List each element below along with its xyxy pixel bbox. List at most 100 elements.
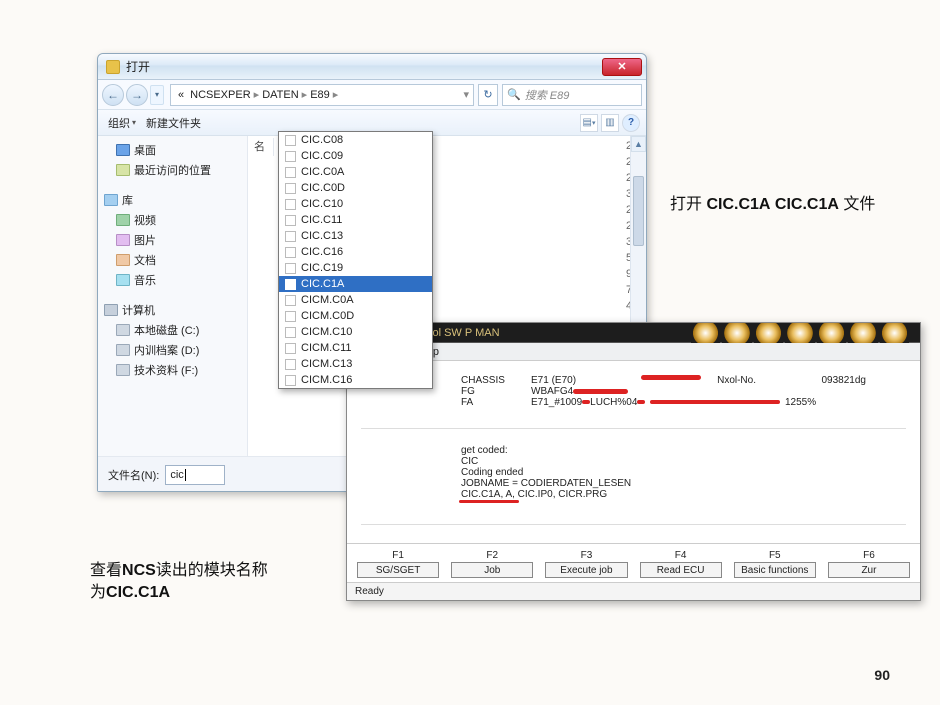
info2-line3: Coding ended <box>461 467 866 478</box>
fkey-f2: F2Job <box>451 550 533 578</box>
dropdown-item[interactable]: CIC.C19 <box>279 260 432 276</box>
help-button[interactable]: ? <box>622 114 640 132</box>
filename-input[interactable]: cic <box>165 465 225 485</box>
path-seg-0[interactable]: NCSEXPER <box>187 89 254 101</box>
sidebar-recent[interactable]: 最近访问的位置 <box>100 160 245 180</box>
ncs-info-block-1: Nxol-No. 093821dg CHASSIS E71 (E70) FG W… <box>361 371 906 428</box>
path-seg-2[interactable]: E89 <box>307 89 333 101</box>
file-icon <box>285 359 296 370</box>
redacted-bar <box>573 389 628 394</box>
redacted-bar <box>582 400 590 404</box>
scroll-up-icon[interactable]: ▲ <box>631 136 646 152</box>
dropdown-item[interactable]: CICM.C13 <box>279 356 432 372</box>
dropdown-item[interactable]: CICM.C0D <box>279 308 432 324</box>
sidebar-library[interactable]: 库 <box>100 190 245 210</box>
sidebar-drive-f[interactable]: 技术资料 (F:) <box>100 360 245 380</box>
dropdown-item[interactable]: CIC.C0D <box>279 180 432 196</box>
page-number: 90 <box>874 667 890 683</box>
toolbar-organize[interactable]: 组织▾ <box>104 115 142 131</box>
filename-dropdown[interactable]: CIC.C08 CIC.C09 CIC.C0A CIC.C0D CIC.C10 … <box>278 131 433 389</box>
path-seg-1[interactable]: DATEN <box>259 89 301 101</box>
status-text: Ready <box>355 586 384 597</box>
fkey-f5-button[interactable]: Basic functions <box>734 562 816 578</box>
info2-line2: CIC <box>461 456 866 467</box>
drive-icon <box>116 364 130 376</box>
ncs-fkey-row: F1SG/SGET F2Job F3Execute job F4Read ECU… <box>347 543 920 582</box>
dropdown-item[interactable]: CICM.C0A <box>279 292 432 308</box>
document-icon <box>116 254 130 266</box>
dropdown-item[interactable]: CIC.C11 <box>279 212 432 228</box>
sidebar-music[interactable]: 音乐 <box>100 270 245 290</box>
sidebar-drive-c[interactable]: 本地磁盘 (C:) <box>100 320 245 340</box>
file-icon <box>285 231 296 242</box>
fkey-f3-button[interactable]: Execute job <box>545 562 627 578</box>
fkey-f4-button[interactable]: Read ECU <box>640 562 722 578</box>
fkey-f3: F3Execute job <box>545 550 627 578</box>
fg-label: FG <box>461 386 531 397</box>
file-icon <box>285 199 296 210</box>
sidebar-desktop[interactable]: 桌面 <box>100 140 245 160</box>
file-icon <box>285 327 296 338</box>
fkey-f1-button[interactable]: SG/SGET <box>357 562 439 578</box>
toolbar-newfolder[interactable]: 新建文件夹 <box>142 115 207 131</box>
nav-back-button[interactable]: ← <box>102 84 124 106</box>
filename-value: cic <box>170 469 183 481</box>
info2-line4: JOBNAME = CODIERDATEN_LESEN <box>461 478 866 489</box>
scroll-thumb[interactable] <box>633 176 644 246</box>
close-icon: ✕ <box>617 60 626 73</box>
annotation-top: 打开 CIC.C1A CIC.C1A 文件 <box>670 190 875 214</box>
chassis-label: CHASSIS <box>461 375 531 386</box>
address-dropdown-icon[interactable]: ▾ <box>463 88 469 101</box>
file-icon <box>285 167 296 178</box>
picture-icon <box>116 234 130 246</box>
sidebar-video[interactable]: 视频 <box>100 210 245 230</box>
dropdown-item[interactable]: CIC.C08 <box>279 132 432 148</box>
sidebar-doc[interactable]: 文档 <box>100 250 245 270</box>
address-bar[interactable]: « NCSEXPER▸ DATEN▸ E89▸ ▾ <box>170 84 474 106</box>
fg-value: WBAFG4 <box>531 386 573 397</box>
preview-pane-button[interactable]: ▥ <box>601 114 619 132</box>
redacted-bar <box>641 375 701 380</box>
close-button[interactable]: ✕ <box>602 58 642 76</box>
fkey-f6-button[interactable]: Zur <box>828 562 910 578</box>
dropdown-item[interactable]: CICM.C11 <box>279 340 432 356</box>
file-icon <box>285 151 296 162</box>
sidebar-pic[interactable]: 图片 <box>100 230 245 250</box>
filename-label: 文件名(N): <box>108 467 159 483</box>
file-icon <box>285 215 296 226</box>
dropdown-item-selected[interactable]: CIC.C1A <box>279 276 432 292</box>
nav-bar: ← → ▾ « NCSEXPER▸ DATEN▸ E89▸ ▾ ↻ 🔍 搜索 E… <box>98 80 646 110</box>
dropdown-item[interactable]: CIC.C09 <box>279 148 432 164</box>
sidebar-drive-d[interactable]: 内训档案 (D:) <box>100 340 245 360</box>
file-icon <box>285 247 296 258</box>
file-icon <box>285 343 296 354</box>
redacted-bar <box>650 400 780 404</box>
fkey-f2-button[interactable]: Job <box>451 562 533 578</box>
info2-line5: CIC.C1A, A, CIC.IP0, CICR.PRG <box>461 489 607 500</box>
dropdown-item[interactable]: CIC.C10 <box>279 196 432 212</box>
dropdown-item[interactable]: CICM.C16 <box>279 372 432 388</box>
path-prefix: « <box>175 89 187 101</box>
dropdown-item[interactable]: CIC.C16 <box>279 244 432 260</box>
file-icon <box>285 311 296 322</box>
file-icon <box>285 183 296 194</box>
dropdown-item[interactable]: CIC.C0A <box>279 164 432 180</box>
dropdown-item[interactable]: CIC.C13 <box>279 228 432 244</box>
file-icon <box>285 375 296 386</box>
sidebar-computer[interactable]: 计算机 <box>100 300 245 320</box>
dialog-title: 打开 <box>126 58 602 75</box>
nav-history-button[interactable]: ▾ <box>150 85 164 105</box>
view-options-button[interactable]: ▤▾ <box>580 114 598 132</box>
app-icon <box>106 60 120 74</box>
search-icon: 🔍 <box>507 88 521 101</box>
video-icon <box>116 214 130 226</box>
open-dialog-titlebar[interactable]: 打开 ✕ <box>98 54 646 80</box>
dropdown-item[interactable]: CICM.C10 <box>279 324 432 340</box>
search-input[interactable]: 🔍 搜索 E89 <box>502 84 642 106</box>
nav-forward-button[interactable]: → <box>126 84 148 106</box>
info2-line1: get coded: <box>461 445 866 456</box>
redacted-bar <box>637 400 645 404</box>
refresh-button[interactable]: ↻ <box>478 84 498 106</box>
fkey-f4: F4Read ECU <box>640 550 722 578</box>
column-name-header[interactable]: 名 <box>254 138 274 156</box>
